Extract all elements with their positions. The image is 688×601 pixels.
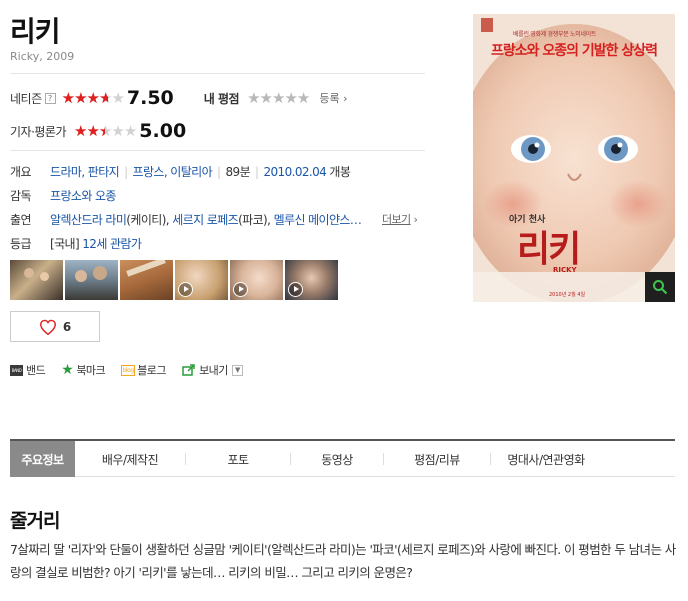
cast-label: 출연	[10, 213, 31, 227]
movie-info: 개요 드라마, 판타지 | 프랑스, 이탈리아 | 89분 | 2010.02.04 개봉 …	[10, 165, 418, 251]
star-icon: ★	[284, 88, 297, 107]
photo-thumbnail[interactable]	[10, 260, 63, 300]
tab-reviews[interactable]: 평점/리뷰	[384, 441, 490, 477]
star-icon: ★	[247, 88, 260, 107]
poster-english-title: RICKY	[553, 266, 577, 274]
band-share-button[interactable]: BAND 밴드	[10, 362, 46, 378]
netizen-rating-label: 네티즌	[10, 91, 42, 106]
search-icon	[653, 280, 668, 295]
band-icon: BAND	[10, 364, 23, 376]
star-icon: ★	[296, 88, 310, 107]
synopsis-text: 7살짜리 딸 '리자'와 단둘이 생활하던 싱글맘 '케이티'(알렉산드라 라미…	[10, 542, 676, 580]
play-icon	[233, 282, 248, 297]
critic-stars: ★★★★★★★★	[74, 121, 137, 140]
poster-release-text: 2010년 2월 4일	[549, 292, 586, 298]
cast-role: (파코)	[238, 213, 268, 227]
divider	[10, 150, 425, 151]
star-icon: ★	[111, 88, 124, 107]
overview-label: 개요	[10, 165, 31, 179]
play-icon	[288, 282, 303, 297]
tab-main-info[interactable]: 주요정보	[10, 441, 75, 477]
heart-icon	[39, 319, 56, 335]
grade-label: 등급	[10, 237, 31, 251]
video-thumbnail[interactable]	[230, 260, 283, 300]
like-count: 6	[62, 319, 72, 334]
tab-photo[interactable]: 포토	[186, 441, 290, 477]
tab-bar: 주요정보 배우/제작진 포토 동영상 평점/리뷰 명대사/연관영화	[10, 439, 675, 477]
star-icon: ★★	[74, 88, 87, 107]
photo-thumbnail[interactable]	[120, 260, 173, 300]
register-rating-link[interactable]: 등록 ›	[319, 90, 347, 106]
zoom-button[interactable]	[645, 272, 675, 302]
critic-rating-row: 기자·평론가 ★★★★★★★★ 5.00	[10, 120, 186, 142]
tab-quotes-related[interactable]: 명대사/연관영화	[491, 441, 601, 477]
movie-subtitle: Ricky, 2009	[10, 50, 75, 63]
media-thumbnails	[10, 260, 340, 300]
chevron-down-icon[interactable]: ▼	[231, 364, 243, 376]
send-button[interactable]: 보내기 ▼	[182, 362, 243, 378]
critic-score: 5.00	[139, 120, 187, 142]
poster-festival-text: 베를린 영화제 경쟁부문 노미네이트	[513, 31, 597, 38]
grade-region: [국내]	[50, 237, 80, 251]
bookmark-button[interactable]: ★ 북마크	[61, 362, 105, 378]
star-icon: ★	[259, 88, 273, 107]
star-icon: ★★	[98, 121, 112, 140]
blog-icon: blog	[121, 364, 136, 376]
star-icon: ★★	[98, 88, 112, 107]
poster-tagline: 프랑소와 오종의 기발한 상상력	[490, 43, 658, 59]
help-icon[interactable]: ?	[44, 92, 56, 104]
movie-poster[interactable]: 베를린 영화제 경쟁부문 노미네이트 프랑소와 오종의 기발한 상상력 아기 천…	[473, 14, 675, 302]
poster-big-title: 리키	[517, 229, 581, 270]
cast-link[interactable]: 세르지 로페즈	[172, 213, 238, 227]
netizen-score: 7.50	[126, 87, 174, 109]
share-bar: BAND 밴드 ★ 북마크 blog 블로그 보내기 ▼	[10, 362, 259, 378]
star-icon: ★	[111, 121, 124, 140]
netizen-rating-row: 네티즌 ? ★ ★ ★ ★ ★ ★ ★ ★ ★ 7.50 내 평점 ★★★★★ 등록 ›	[10, 87, 348, 109]
tab-cast-crew[interactable]: 배우/제작진	[75, 441, 185, 477]
release-date-link[interactable]: 2010.02.04	[263, 165, 326, 179]
grade-link[interactable]: 12세 관람가	[82, 237, 142, 251]
photo-thumbnail[interactable]	[65, 260, 118, 300]
movie-title: 리키	[10, 15, 61, 48]
runtime: 89분	[225, 165, 251, 179]
cast-role: (케이티)	[126, 213, 166, 227]
star-icon: ★★	[61, 88, 75, 107]
my-rating-label: 내 평점	[203, 91, 240, 106]
star-icon: ★★	[86, 88, 100, 107]
video-thumbnail[interactable]	[175, 260, 228, 300]
director-link[interactable]: 프랑소와 오종	[50, 189, 116, 203]
star-icon: ★	[123, 121, 137, 140]
genre-link[interactable]: 드라마, 판타지	[50, 165, 120, 179]
blog-share-button[interactable]: blog 블로그	[121, 362, 167, 378]
critic-rating-label: 기자·평론가	[10, 124, 67, 139]
star-icon: ★★	[74, 121, 87, 140]
star-icon: ★	[61, 362, 74, 378]
video-thumbnail[interactable]	[285, 260, 338, 300]
send-icon	[182, 364, 195, 376]
play-icon	[178, 282, 193, 297]
country-link[interactable]: 프랑스, 이탈리아	[133, 165, 213, 179]
my-rating-stars[interactable]: ★★★★★	[247, 88, 310, 107]
like-button[interactable]: 6	[10, 311, 100, 342]
release-suffix: 개봉	[329, 165, 351, 179]
cast-link[interactable]: 멜루신 메이얀스…	[274, 213, 362, 227]
cast-more-link[interactable]: 더보기 ›	[382, 211, 418, 227]
tab-video[interactable]: 동영상	[291, 441, 383, 477]
star-icon: ★★	[86, 121, 99, 140]
director-label: 감독	[10, 189, 31, 203]
synopsis-heading: 줄거리	[10, 510, 60, 532]
netizen-stars: ★ ★ ★ ★ ★ ★ ★ ★ ★	[61, 88, 125, 107]
cast-link[interactable]: 알렉산드라 라미	[50, 213, 127, 227]
divider	[10, 73, 425, 74]
star-icon: ★	[272, 88, 285, 107]
